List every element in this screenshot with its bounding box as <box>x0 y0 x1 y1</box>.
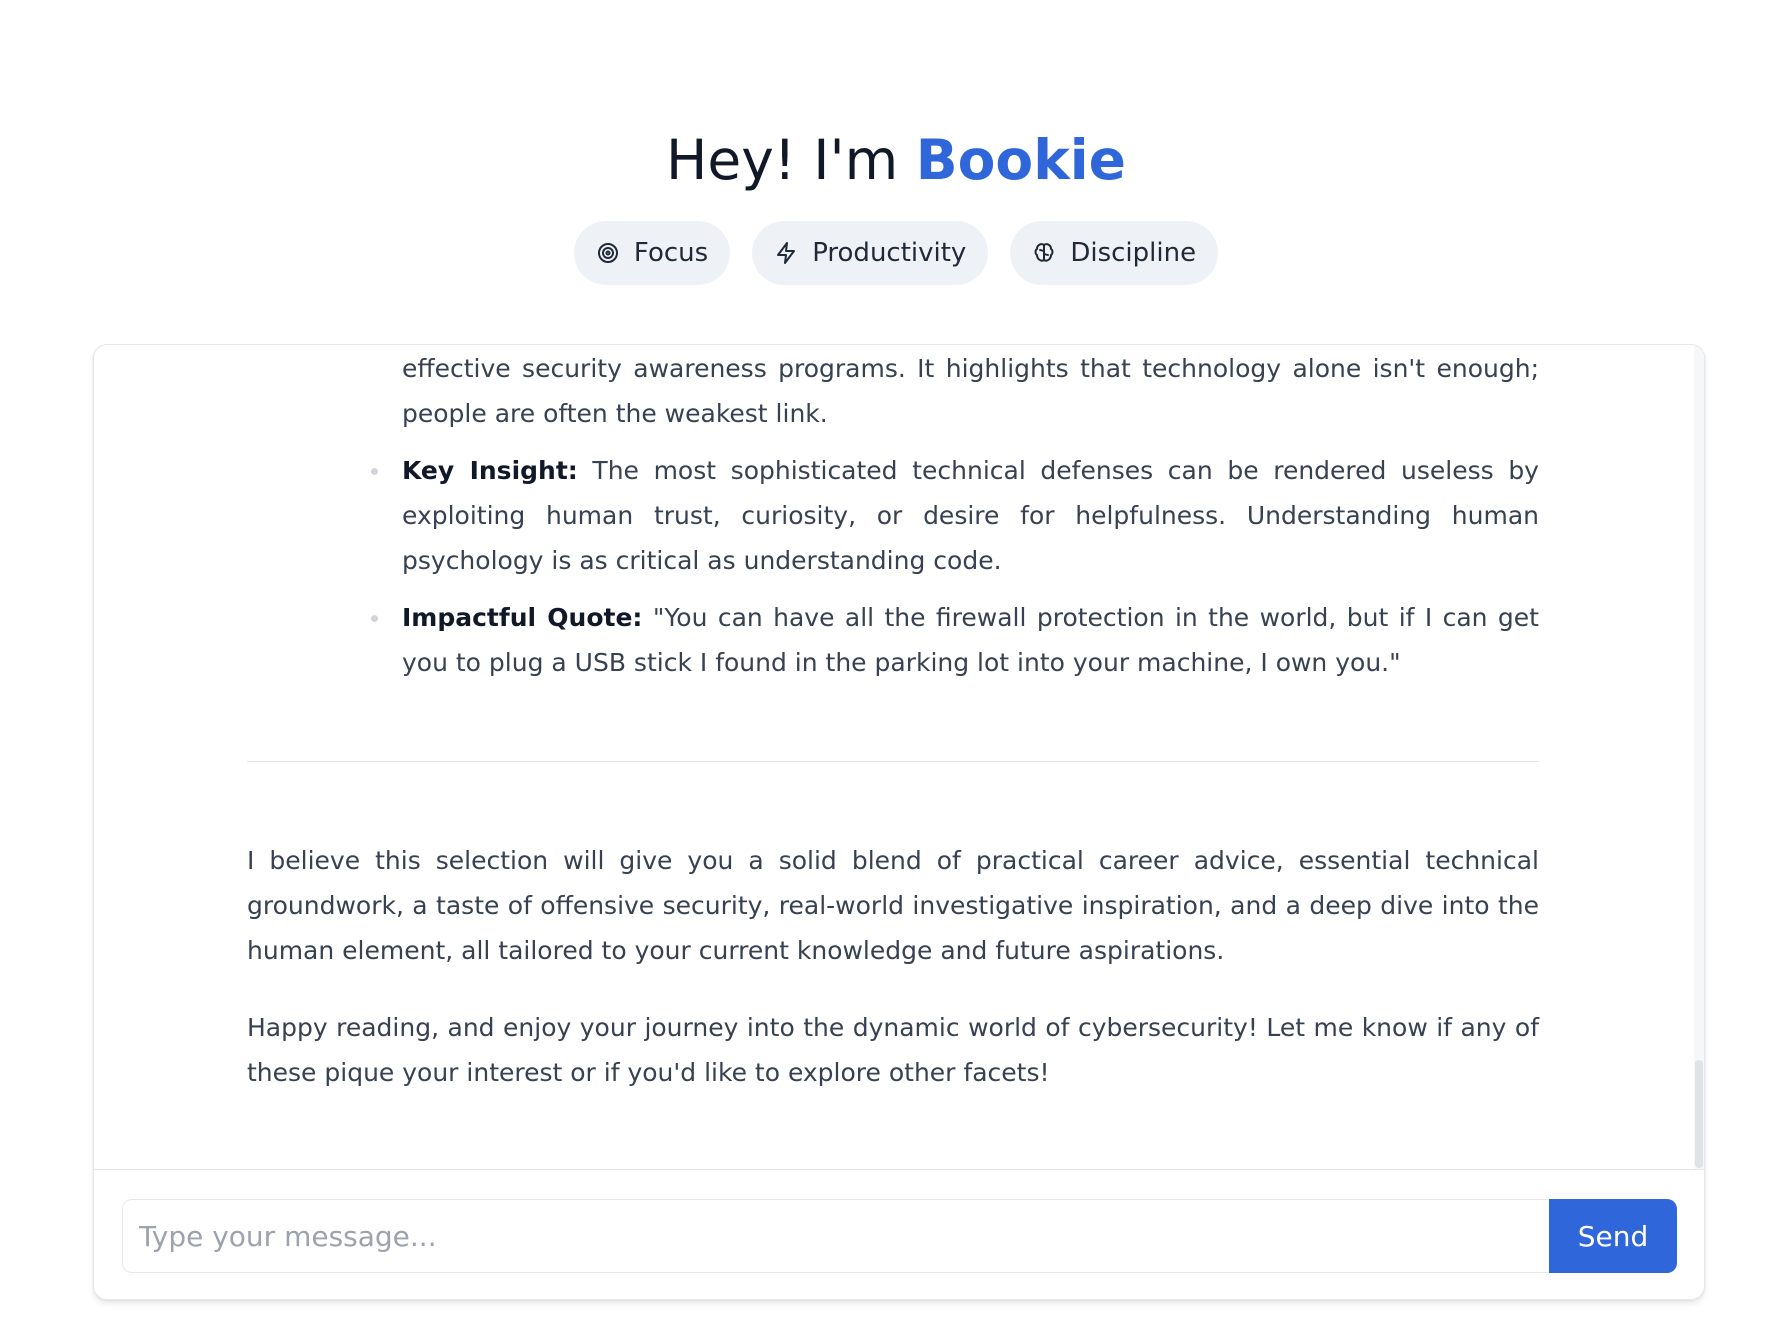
scrollbar[interactable] <box>1694 345 1704 1169</box>
chip-label: Productivity <box>812 238 967 268</box>
message-input[interactable] <box>122 1199 1549 1273</box>
chip-productivity[interactable]: Productivity <box>752 221 989 285</box>
chip-focus[interactable]: Focus <box>573 221 731 285</box>
greeting-text: Hey! I'm <box>666 128 916 192</box>
lightning-icon <box>777 242 796 264</box>
message-list[interactable]: incredibly insightful not only for defen… <box>94 345 1694 1169</box>
chip-label: Discipline <box>1070 238 1197 268</box>
key-insight-label: Key Insight: <box>402 456 578 485</box>
send-button[interactable]: Send <box>1549 1199 1677 1273</box>
assistant-message: incredibly insightful not only for defen… <box>247 345 1539 1127</box>
brand-name: Bookie <box>915 128 1126 192</box>
chip-label: Focus <box>633 238 709 268</box>
list-item: Key Insight: The most sophisticated tech… <box>371 448 1539 583</box>
target-icon <box>597 243 618 263</box>
book-details-list: incredibly insightful not only for defen… <box>247 345 1539 685</box>
chat-panel: incredibly insightful not only for defen… <box>93 344 1705 1300</box>
closing-paragraph: Happy reading, and enjoy your journey in… <box>247 1013 1539 1087</box>
page-title: Hey! I'm Bookie <box>0 120 1792 200</box>
chip-discipline[interactable]: Discipline <box>1010 221 1219 285</box>
list-item-text: incredibly insightful not only for defen… <box>402 354 1539 428</box>
divider <box>247 761 1539 762</box>
closing-paragraph: I believe this selection will give you a… <box>247 846 1539 965</box>
composer: Send <box>94 1169 1704 1299</box>
topic-chips: Focus Productivity Discipline <box>0 221 1792 285</box>
brain-icon <box>1034 243 1054 262</box>
scrollbar-thumb[interactable] <box>1695 1060 1703 1168</box>
quote-label: Impactful Quote: <box>402 603 643 632</box>
list-item: incredibly insightful not only for defen… <box>402 345 1539 436</box>
list-item: Impactful Quote: "You can have all the f… <box>371 595 1539 685</box>
